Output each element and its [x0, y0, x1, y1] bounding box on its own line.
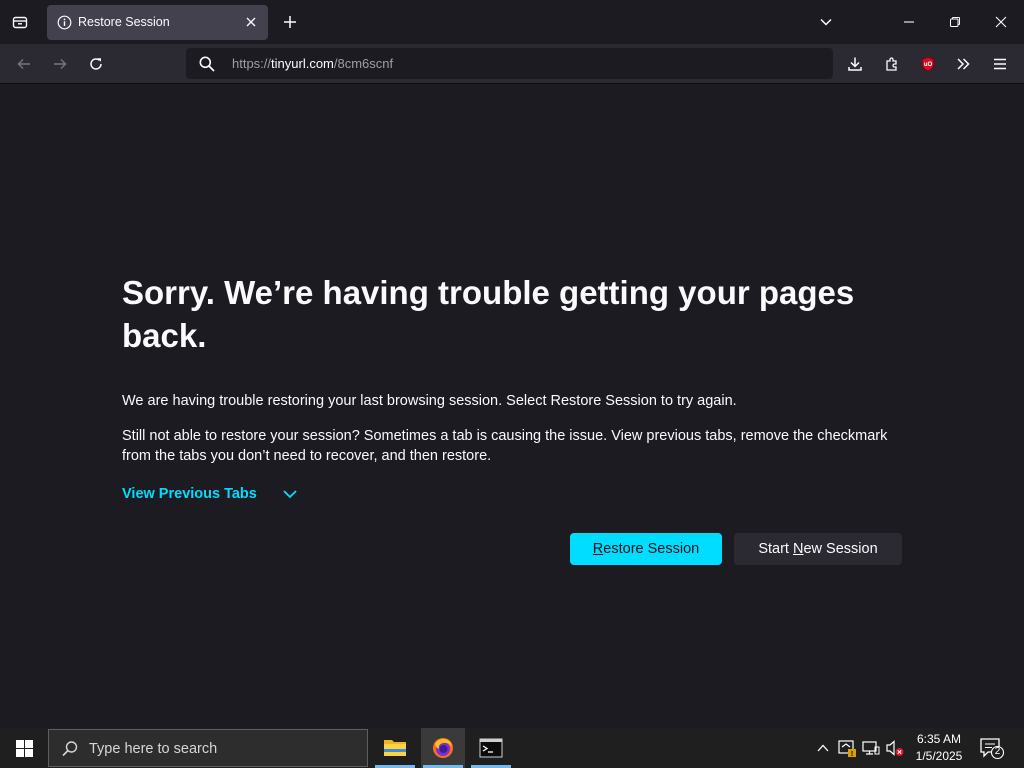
accel-key: R [592, 541, 604, 557]
search-icon [61, 740, 79, 758]
tab-restore-session[interactable]: Restore Session [47, 5, 268, 40]
svg-text:uO: uO [924, 62, 933, 68]
info-icon [57, 15, 72, 30]
taskbar-clock[interactable]: 6:35 AM 1/5/2025 [910, 731, 968, 765]
start-new-session-button[interactable]: Start New Session [734, 533, 902, 565]
url-path: /8cm6scnf [333, 56, 394, 71]
download-icon [848, 57, 862, 71]
button-label: ew Session [803, 541, 878, 557]
tray-network-warning[interactable]: ! [837, 738, 857, 758]
restore-window-button[interactable] [943, 10, 967, 34]
chevron-down-icon [281, 485, 299, 503]
restore-icon [950, 17, 960, 27]
app-menu-button[interactable] [988, 52, 1012, 76]
reload-button[interactable] [84, 52, 108, 76]
extensions-button[interactable] [880, 52, 904, 76]
url-bar[interactable]: https://tinyurl.com/8cm6scnf [186, 48, 833, 79]
list-all-tabs-button[interactable] [814, 10, 838, 34]
forward-button[interactable] [48, 52, 72, 76]
svg-text:!: ! [851, 751, 853, 758]
ublock-origin-button[interactable]: uO [916, 52, 940, 76]
taskbar-firefox[interactable] [421, 728, 465, 768]
restore-session-page: Sorry. We’re having trouble getting your… [0, 85, 1024, 729]
chevron-up-icon [817, 744, 829, 752]
network-icon: ! [838, 740, 856, 758]
url-text[interactable]: https://tinyurl.com/8cm6scnf [232, 56, 393, 71]
accel-key: N [793, 541, 804, 557]
chevron-down-icon [820, 18, 832, 26]
url-scheme: https:// [232, 56, 272, 71]
back-icon [17, 59, 30, 69]
clock-date: 1/5/2025 [915, 749, 963, 763]
close-icon [995, 16, 1007, 28]
navigation-toolbar: https://tinyurl.com/8cm6scnf uO [0, 44, 1024, 84]
view-previous-tabs-label: View Previous Tabs [122, 486, 257, 502]
forward-icon [54, 59, 67, 69]
downloads-button[interactable] [843, 52, 867, 76]
tab-list-icon[interactable] [6, 8, 34, 36]
tab-title: Restore Session [78, 15, 170, 29]
minimize-button[interactable] [897, 10, 921, 34]
show-hidden-icons-button[interactable] [813, 738, 833, 758]
close-window-button[interactable] [989, 10, 1013, 34]
search-icon [198, 55, 216, 73]
view-previous-tabs-toggle[interactable]: View Previous Tabs [122, 485, 299, 503]
clock-time: 6:35 AM [916, 732, 962, 746]
ublock-icon: uO [921, 56, 935, 72]
search-placeholder: Type here to search [89, 741, 218, 757]
overflow-button[interactable] [951, 52, 975, 76]
action-center-button[interactable]: 2 [978, 736, 1006, 760]
overflow-icon [957, 58, 970, 70]
new-tab-button[interactable] [280, 12, 300, 32]
firefox-icon [433, 738, 453, 758]
back-button[interactable] [12, 52, 36, 76]
taskbar-search-box[interactable]: Type here to search [48, 729, 368, 767]
troubleshoot-description: Still not able to restore your session? … [122, 428, 888, 464]
tray-display[interactable] [861, 738, 881, 758]
url-host: tinyurl.com [271, 56, 334, 71]
minimize-icon [904, 21, 914, 23]
taskbar-terminal[interactable] [469, 728, 513, 768]
notification-count: 2 [994, 746, 1001, 757]
close-icon[interactable] [243, 14, 259, 30]
page-title: Sorry. We’re having trouble getting your… [122, 274, 855, 354]
terminal-icon [479, 738, 503, 758]
volume-muted-icon [886, 740, 904, 756]
file-explorer-icon [384, 740, 406, 756]
restore-description: We are having trouble restoring your las… [122, 393, 737, 409]
start-button[interactable] [0, 728, 48, 768]
windows-taskbar: Type here to search ! 6:35 AM 1/5/2025 2 [0, 728, 1024, 768]
menu-icon [994, 58, 1006, 70]
taskbar-file-explorer[interactable] [373, 728, 417, 768]
restore-session-button[interactable]: Restore Session [570, 533, 722, 565]
plus-icon [284, 16, 296, 28]
tray-volume[interactable] [885, 738, 905, 758]
button-label: estore Session [603, 541, 700, 557]
tab-strip: Restore Session [0, 0, 1024, 44]
extensions-icon [886, 57, 897, 71]
reload-icon [90, 58, 102, 70]
display-icon [862, 741, 880, 755]
windows-icon [15, 739, 33, 757]
button-label: Start [758, 541, 793, 557]
